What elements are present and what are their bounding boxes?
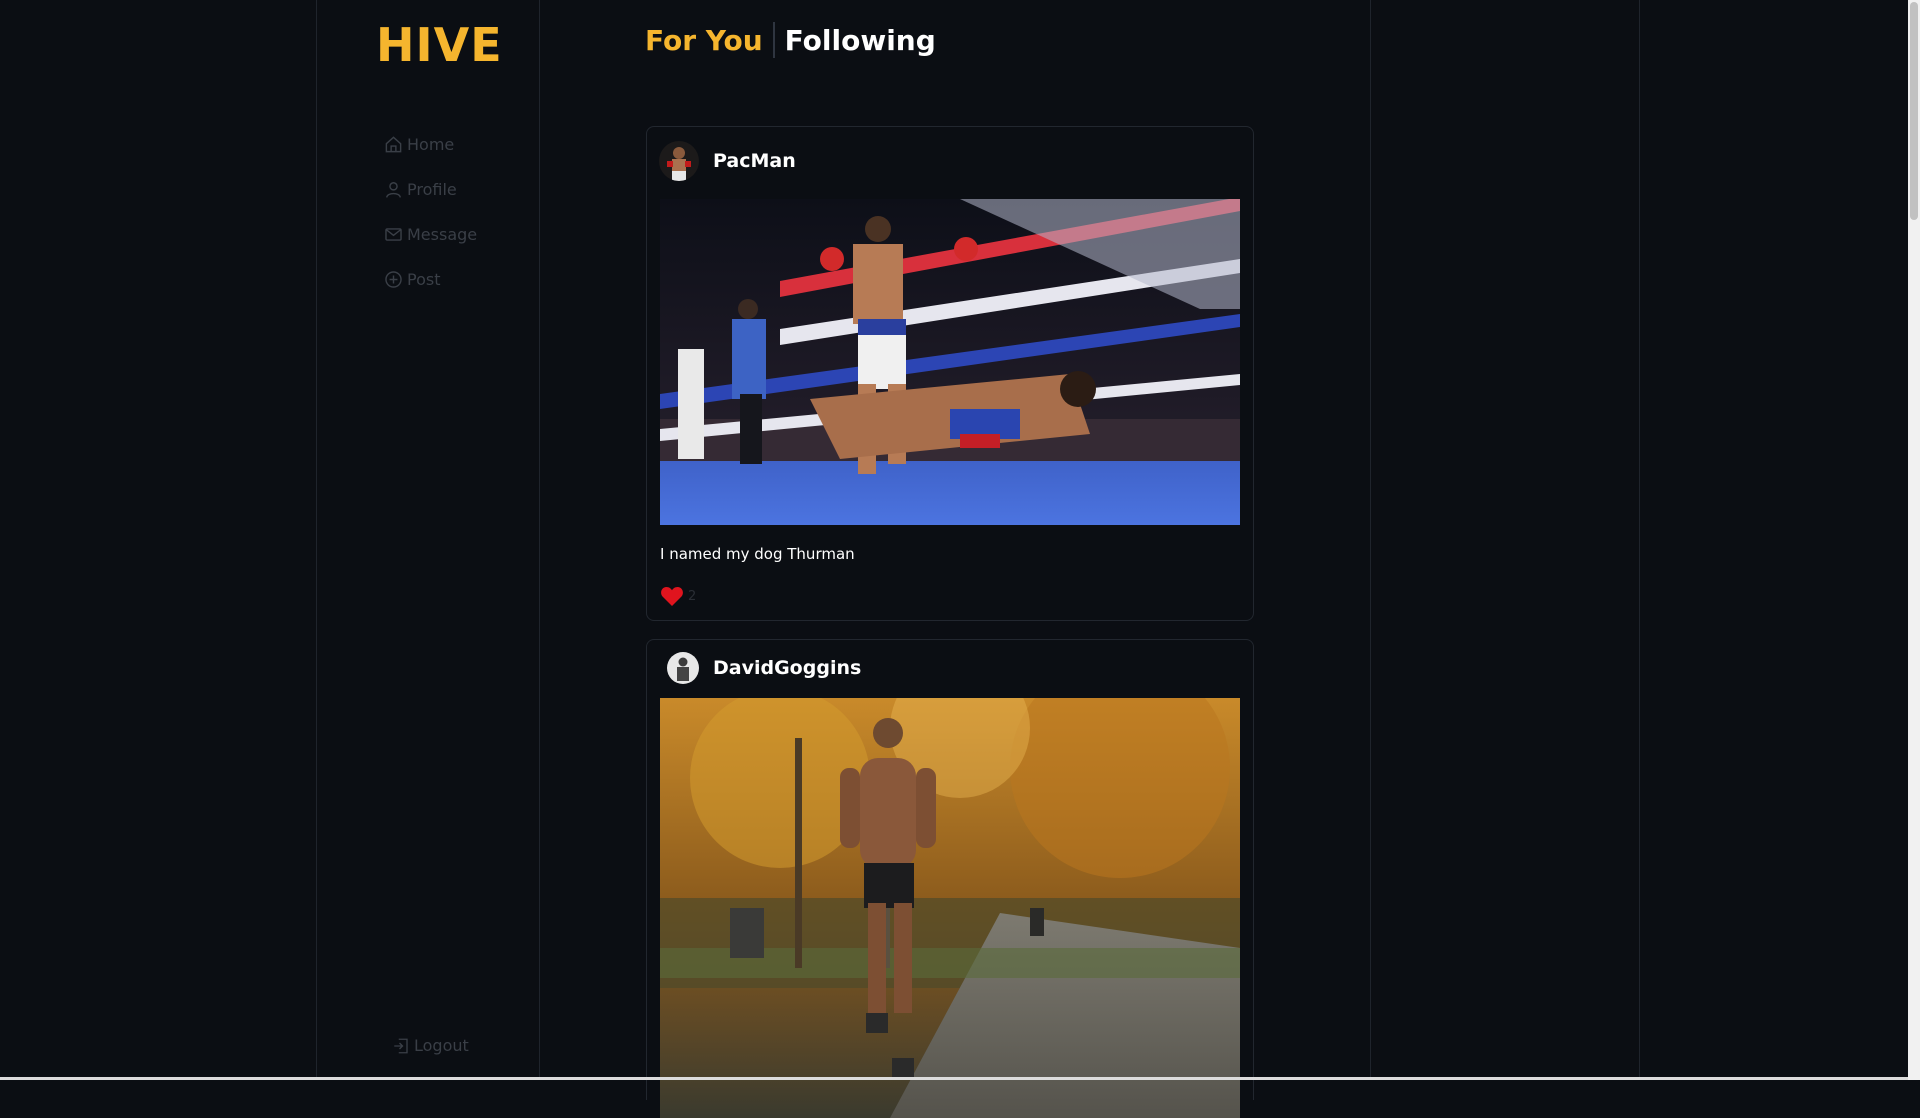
tab-following[interactable]: Following [785, 24, 936, 57]
sidebar-item-post[interactable]: Post [384, 257, 477, 302]
logout-icon [394, 1038, 408, 1053]
mail-icon [385, 228, 402, 241]
user-icon [386, 182, 401, 198]
post-header: PacMan [659, 141, 796, 181]
heart-icon[interactable] [660, 585, 684, 607]
divider [1370, 0, 1371, 1080]
vertical-scrollbar[interactable] [1908, 0, 1920, 1080]
app-frame: HIVE Home Profile Message Post Logout Fo… [0, 0, 1920, 1118]
home-icon [385, 136, 402, 153]
feed-tabs: For You Following [645, 22, 936, 58]
post-image[interactable] [660, 698, 1240, 1118]
avatar[interactable] [659, 141, 699, 181]
like-count: 2 [688, 588, 697, 604]
sidebar-nav: Home Profile Message Post [384, 122, 477, 302]
sidebar-item-profile[interactable]: Profile [384, 167, 477, 212]
tab-separator [772, 22, 775, 58]
tab-for-you[interactable]: For You [645, 24, 763, 57]
like-row: 2 [660, 585, 696, 607]
post-caption: I named my dog Thurman [660, 545, 855, 563]
post-image[interactable] [660, 199, 1240, 525]
post-header: DavidGoggins [667, 652, 861, 684]
divider [1639, 0, 1640, 1080]
logout-label: Logout [414, 1036, 469, 1055]
post-card: PacMan I named my dog Thurman 2 [646, 126, 1254, 621]
logout-button[interactable]: Logout [392, 1036, 469, 1055]
post-username[interactable]: PacMan [713, 150, 796, 172]
sidebar-item-label: Message [407, 225, 478, 244]
plus-circle-icon [385, 271, 402, 288]
avatar[interactable] [667, 652, 699, 684]
sidebar-item-label: Post [407, 270, 441, 289]
sidebar-item-home[interactable]: Home [384, 122, 477, 167]
sidebar: HIVE Home Profile Message Post Logout [316, 0, 539, 1080]
post-username[interactable]: DavidGoggins [713, 657, 861, 679]
app-logo[interactable]: HIVE [376, 18, 503, 72]
sidebar-item-message[interactable]: Message [384, 212, 477, 257]
sidebar-item-label: Home [407, 135, 455, 154]
post-card: DavidGoggins [646, 639, 1254, 1118]
divider [539, 0, 540, 1080]
sidebar-item-label: Profile [407, 180, 457, 199]
scrollbar-thumb[interactable] [1910, 2, 1918, 220]
